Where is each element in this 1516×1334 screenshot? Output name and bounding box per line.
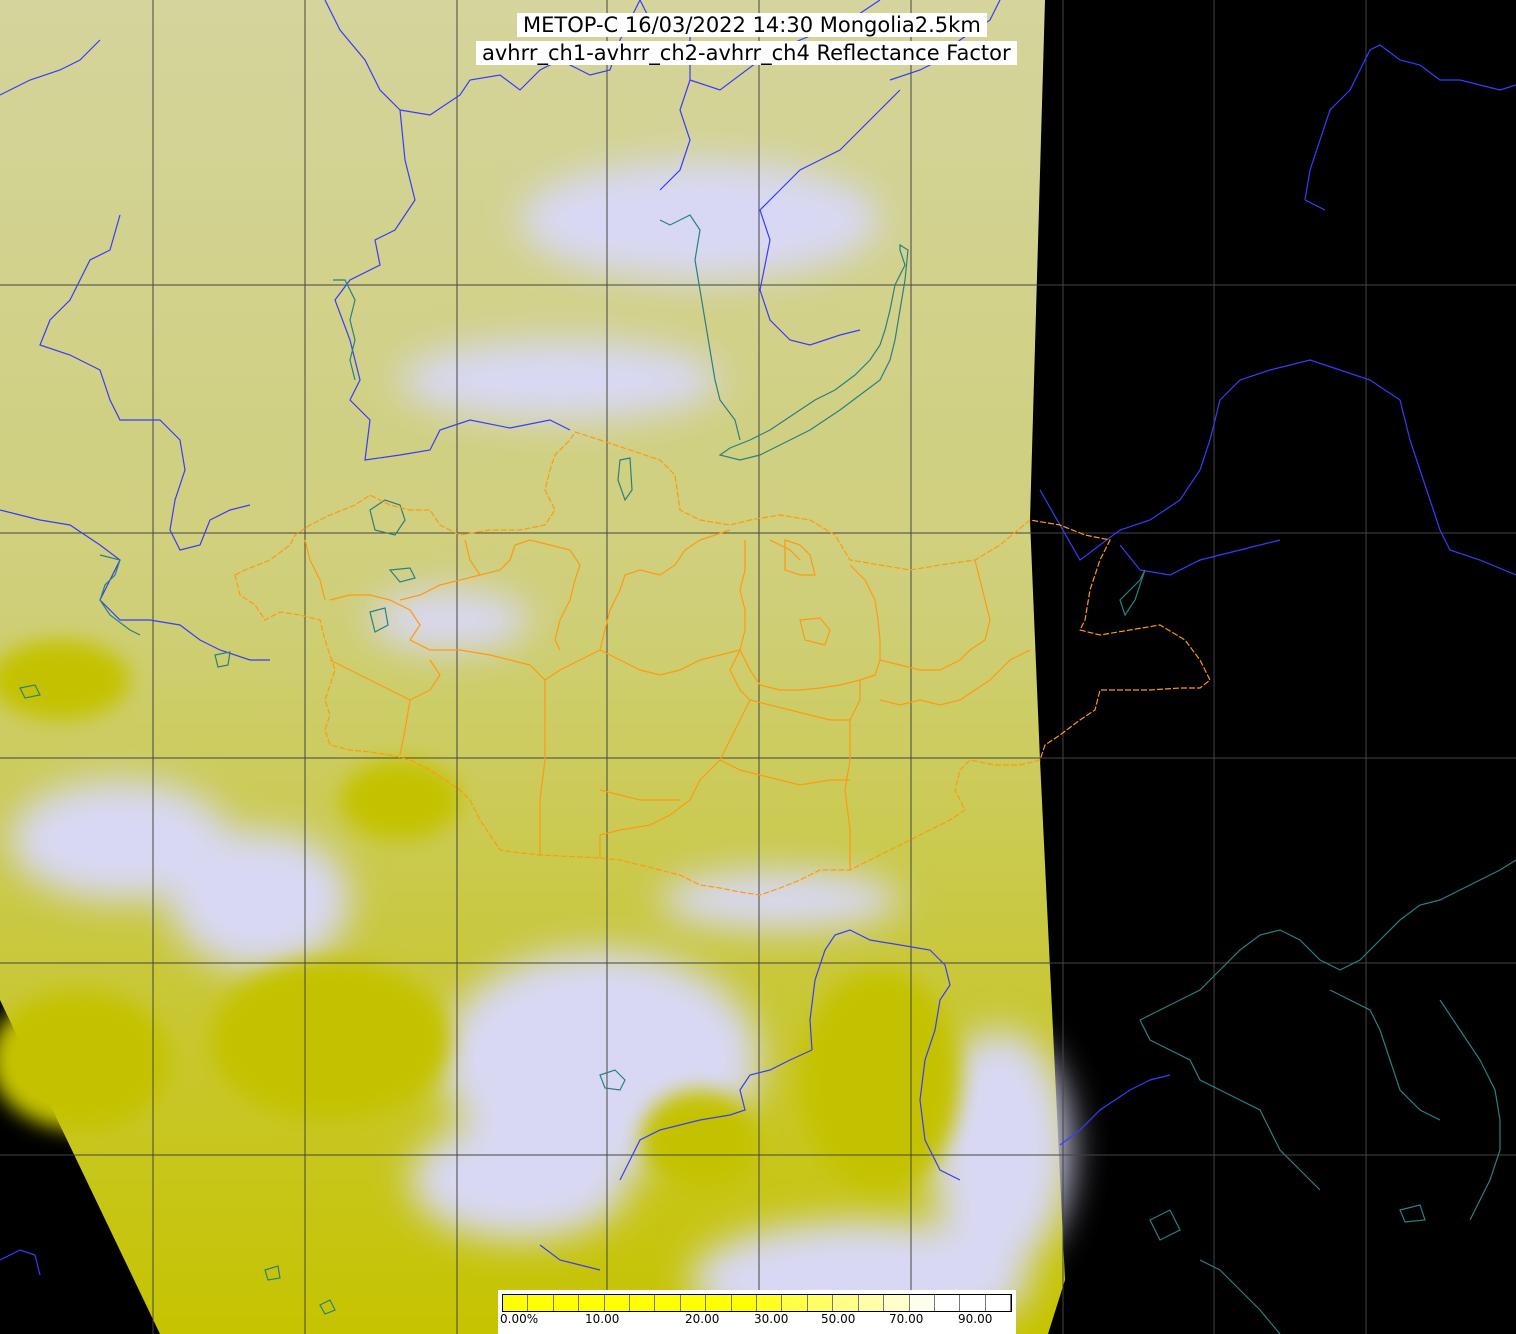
colorbar-swatch — [757, 1295, 783, 1311]
colorbar-swatch — [528, 1295, 554, 1311]
colorbar-swatch — [909, 1295, 935, 1311]
colorbar-swatch — [630, 1295, 656, 1311]
colorbar-swatch — [680, 1295, 707, 1311]
colorbar-swatch — [503, 1295, 529, 1311]
colorbar-swatch — [731, 1295, 758, 1311]
colorbar-label: 10.00 — [585, 1312, 620, 1326]
colorbar-swatch — [553, 1295, 580, 1311]
colorbar-swatch — [858, 1295, 885, 1311]
colorbar-swatch — [807, 1295, 834, 1311]
colorbar-gradient — [502, 1294, 1012, 1312]
colorbar-swatch — [782, 1295, 808, 1311]
colorbar-label: 90.00 — [958, 1312, 993, 1326]
colorbar-label: 50.00 — [821, 1312, 856, 1326]
map-title-line2: avhrr_ch1-avhrr_ch2-avhrr_ch4 Reflectanc… — [476, 41, 1017, 65]
colorbar-swatch — [706, 1295, 732, 1311]
satellite-map — [0, 0, 1516, 1334]
colorbar-swatch — [884, 1295, 910, 1311]
map-title-line1: METOP-C 16/03/2022 14:30 Mongolia2.5km — [517, 13, 987, 37]
colorbar-label: 20.00 — [685, 1312, 720, 1326]
colorbar-swatch — [985, 1295, 1012, 1311]
colorbar-swatch — [579, 1295, 605, 1311]
colorbar-swatch — [960, 1295, 986, 1311]
colorbar-swatch — [934, 1295, 961, 1311]
colorbar-swatch — [655, 1295, 681, 1311]
colorbar-legend: 0.00% 10.00 20.00 30.00 50.00 70.00 90.0… — [498, 1290, 1016, 1334]
colorbar-swatch — [604, 1295, 631, 1311]
colorbar-label: 70.00 — [889, 1312, 924, 1326]
colorbar-swatch — [833, 1295, 859, 1311]
colorbar-label: 0.00% — [500, 1312, 539, 1326]
colorbar-label: 30.00 — [754, 1312, 789, 1326]
